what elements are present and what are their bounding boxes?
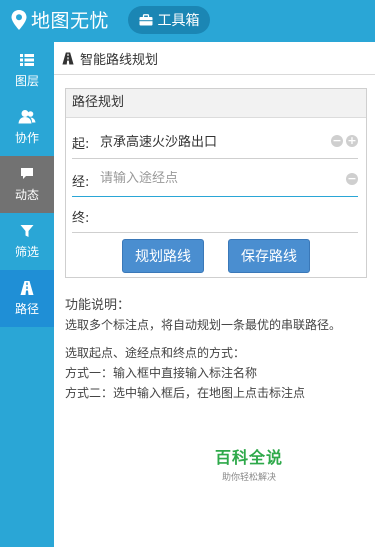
- route-planning-panel: 路径规划 起: − + 经: − 终: 规划路线 保存路线: [65, 88, 367, 278]
- sidebar-item-layers[interactable]: 图层: [0, 42, 54, 99]
- description-heading: 功能说明：: [65, 298, 131, 313]
- road-icon: [20, 281, 34, 295]
- section-header: 智能路线规划: [54, 42, 375, 75]
- sidebar-item-route[interactable]: 路径: [0, 270, 54, 327]
- panel-title: 路径规划: [66, 89, 366, 118]
- end-point-input[interactable]: [100, 207, 320, 222]
- divider: [72, 196, 358, 197]
- sidebar-item-collab[interactable]: 协作: [0, 99, 54, 156]
- watermark-title: 百科全说: [214, 448, 283, 467]
- sidebar-item-label: 筛选: [14, 245, 39, 259]
- map-pin-icon: [11, 9, 27, 30]
- remove-point-icon[interactable]: −: [331, 135, 343, 147]
- start-point-input[interactable]: [100, 133, 320, 148]
- users-icon: [18, 110, 36, 124]
- sidebar-item-label: 协作: [14, 131, 39, 145]
- sidebar-item-label: 图层: [14, 74, 39, 88]
- via-point-input[interactable]: [100, 171, 320, 186]
- description-line: 方式二：选中输入框后，在地图上点击标注点: [65, 386, 306, 400]
- via-point-row: 经: −: [72, 163, 358, 197]
- road-icon: [62, 52, 74, 64]
- divider: [72, 158, 358, 159]
- sidebar-item-label: 动态: [14, 188, 39, 202]
- watermark-logo: 百科全说 助你轻松解决: [214, 444, 284, 483]
- top-bar: 地图无忧 工具箱: [0, 0, 375, 42]
- list-icon: [20, 54, 34, 66]
- section-title: 智能路线规划: [80, 52, 159, 68]
- description-line: 选取起点、途经点和终点的方式：: [65, 346, 246, 360]
- start-label: 起:: [72, 137, 90, 152]
- app-logo[interactable]: 地图无忧: [10, 6, 109, 33]
- remove-point-icon[interactable]: −: [346, 173, 358, 185]
- description-line: 选取多个标注点，将自动规划一条最优的串联路径。: [65, 318, 342, 332]
- sidebar-item-filter[interactable]: 筛选: [0, 213, 54, 270]
- via-label: 经:: [72, 175, 90, 190]
- sidebar-item-activity[interactable]: 动态: [0, 156, 54, 213]
- divider: [72, 232, 358, 233]
- watermark-subtitle: 助你轻松解决: [221, 473, 276, 483]
- toolbox-label: 工具箱: [157, 13, 200, 29]
- save-route-button[interactable]: 保存路线: [228, 239, 310, 273]
- sidebar: 图层 协作 动态 筛选 路径: [0, 42, 54, 547]
- chat-icon: [21, 168, 33, 179]
- toolbox-button[interactable]: 工具箱: [128, 6, 210, 34]
- end-label: 终:: [72, 211, 90, 226]
- description-line: 方式一：输入框中直接输入标注名称: [65, 366, 258, 380]
- sidebar-item-label: 路径: [14, 302, 39, 316]
- briefcase-icon: [139, 14, 152, 26]
- plan-route-button[interactable]: 规划路线: [122, 239, 204, 273]
- add-point-icon[interactable]: +: [346, 135, 358, 147]
- start-point-row: 起: − +: [72, 125, 358, 159]
- end-point-row: 终:: [72, 199, 358, 233]
- filter-icon: [20, 225, 34, 237]
- app-title: 地图无忧: [31, 10, 110, 32]
